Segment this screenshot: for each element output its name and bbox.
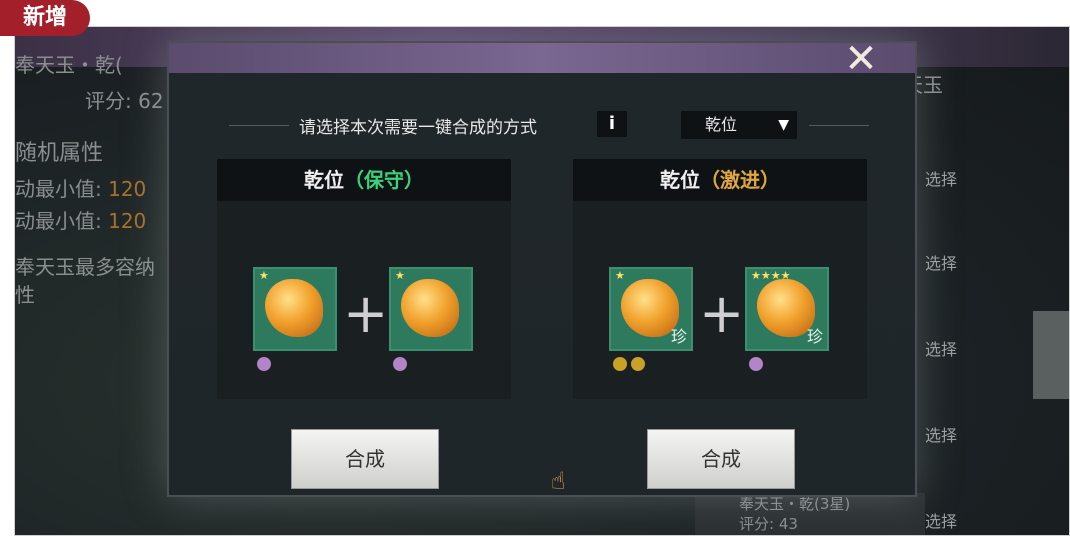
chevron-down-icon: ▼	[778, 117, 789, 133]
gem-stars: ★	[259, 269, 269, 282]
plus-icon: +	[699, 282, 745, 345]
panel-style: 保守	[364, 168, 404, 192]
deco-line-left	[229, 125, 289, 126]
plus-icon: +	[343, 282, 389, 345]
dialog-top-bar	[169, 43, 915, 73]
panel-name: 乾位	[304, 168, 344, 192]
gem-stars: ★	[395, 269, 405, 282]
bg-select-button-4[interactable]: 选择	[925, 421, 985, 451]
quality-dot	[749, 357, 763, 371]
mode-dropdown-value: 乾位	[705, 115, 738, 134]
merge-dialog: ✕ 请选择本次需要一键合成的方式 i 乾位 ▼ 乾位（保守） ★ + ★ 合成 …	[167, 39, 917, 497]
quality-dot	[631, 357, 645, 371]
gem-slot[interactable]: ★	[253, 267, 337, 351]
bg-bottom-item-score: 评分: 43	[739, 515, 798, 533]
quality-dot	[257, 357, 271, 371]
bg-attr-2: 动最小值: 120	[15, 205, 146, 234]
bg-select-button-3[interactable]: 选择	[925, 335, 985, 365]
quality-dot	[393, 357, 407, 371]
deco-line-right	[809, 125, 869, 126]
new-badge: 新增	[0, 0, 90, 36]
gem-slot[interactable]: ★	[389, 267, 473, 351]
gem-icon	[265, 279, 323, 337]
bg-desc: 奉天玉最多容纳	[15, 255, 155, 279]
bg-attr-1-value: 120	[108, 177, 147, 201]
conservative-panel-title: 乾位（保守）	[217, 159, 511, 201]
game-screen: 奉天玉・乾( 评分: 62 随机属性 动最小值: 120 动最小值: 120 奉…	[14, 26, 1070, 536]
hand-cursor-icon: ☝	[551, 467, 566, 495]
gem-stars: ★	[615, 269, 625, 282]
gem-icon	[401, 279, 459, 337]
gem-slot[interactable]: ★★★★ 珍	[745, 267, 829, 351]
bg-attr-1: 动最小值: 120	[15, 173, 146, 202]
bg-score: 评分: 62	[85, 89, 164, 113]
panel-name: 乾位	[660, 168, 700, 192]
panel-style: 激进	[720, 168, 760, 192]
bg-select-button-5[interactable]: 选择	[925, 507, 985, 535]
quality-dot	[613, 357, 627, 371]
bg-select-button-2[interactable]: 选择	[925, 249, 985, 279]
conservative-panel: 乾位（保守） ★ + ★	[217, 159, 511, 399]
info-icon[interactable]: i	[597, 111, 627, 137]
rare-tag: 珍	[806, 327, 823, 346]
bg-attr-1-label: 动最小值:	[15, 177, 102, 201]
merge-button-conservative[interactable]: 合成	[291, 429, 439, 489]
merge-button-aggressive[interactable]: 合成	[647, 429, 795, 489]
gem-stars: ★★★★	[751, 269, 791, 282]
rare-tag: 珍	[670, 327, 687, 346]
bg-attr-header: 随机属性	[15, 141, 104, 166]
aggressive-panel: 乾位（激进） ★ 珍 + ★★★★ 珍	[573, 159, 867, 399]
bg-select-button-1[interactable]: 选择	[925, 165, 985, 195]
bg-desc-2: 性	[15, 283, 35, 307]
gem-slot[interactable]: ★ 珍	[609, 267, 693, 351]
merge-prompt: 请选择本次需要一键合成的方式	[299, 118, 537, 138]
aggressive-panel-title: 乾位（激进）	[573, 159, 867, 201]
scrollbar[interactable]	[1033, 311, 1069, 399]
bg-item-title: 奉天玉・乾(	[15, 53, 123, 77]
bg-bottom-item[interactable]: 奉天玉・乾(3星) 评分: 43	[695, 493, 925, 535]
close-icon[interactable]: ✕	[837, 39, 885, 79]
mode-dropdown[interactable]: 乾位 ▼	[681, 111, 797, 139]
bg-attr-2-label: 动最小值:	[15, 209, 102, 233]
bg-attr-2-value: 120	[108, 209, 147, 233]
